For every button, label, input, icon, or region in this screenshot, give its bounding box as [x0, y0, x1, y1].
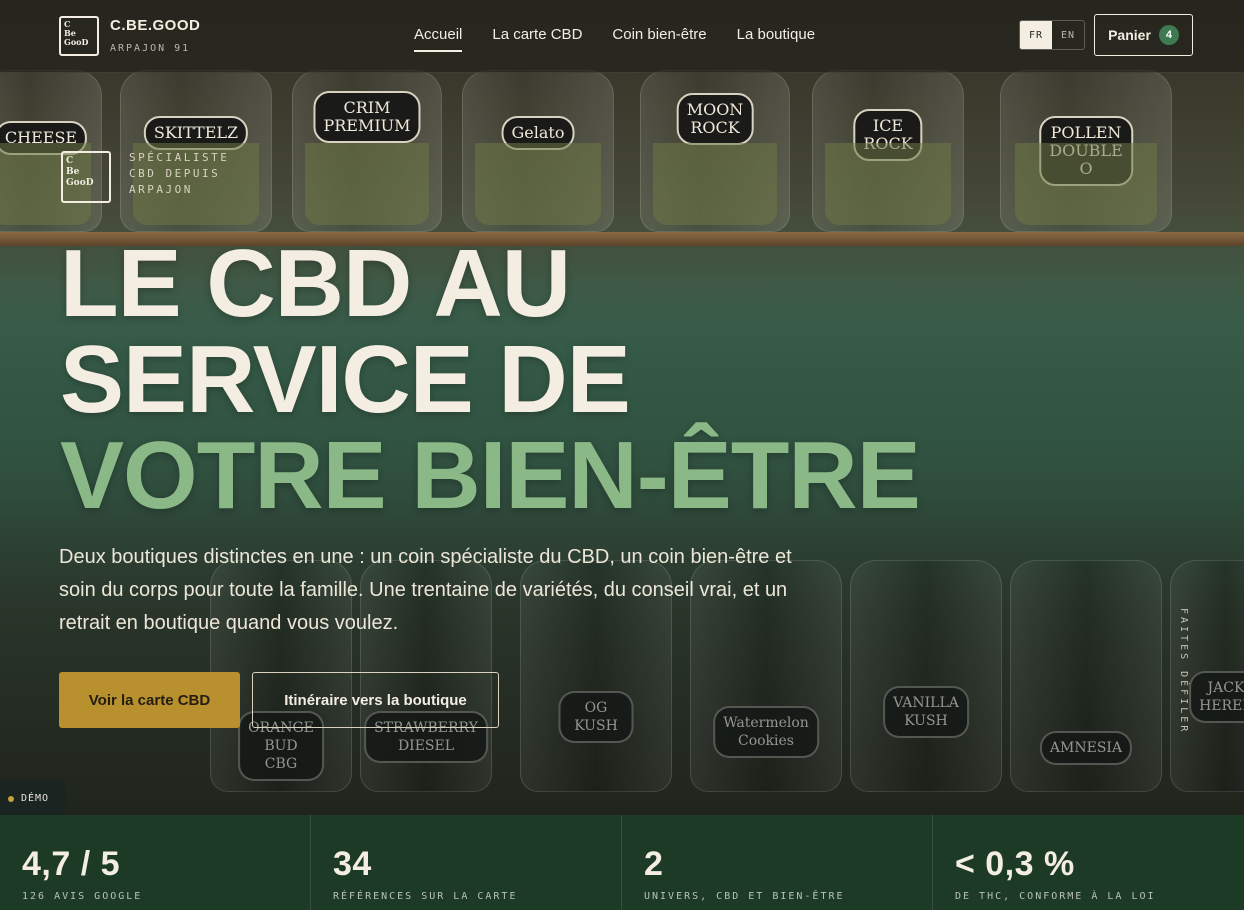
cart-label: Panier: [1108, 27, 1151, 43]
stamp-logo: C Be GooD: [61, 151, 111, 203]
lang-en[interactable]: EN: [1052, 21, 1084, 49]
jar-label: Watermelon Cookies: [713, 706, 819, 758]
stat-value: 4,7 / 5: [22, 845, 121, 883]
jar-label: CRIM PREMIUM: [313, 91, 421, 143]
main-nav: Accueil La carte CBD Coin bien-être La b…: [414, 26, 845, 52]
jar-image: AMNESIA: [1010, 560, 1162, 792]
jar-label: POLLEN DOUBLE O: [1039, 116, 1133, 186]
jar-image: VANILLA KUSH: [850, 560, 1002, 792]
stat-item: 34 RÉFÉRENCES SUR LA CARTE: [311, 815, 622, 910]
jar-image: MOON ROCK: [640, 70, 790, 232]
site-header: C Be GooD C.BE.GOOD ARPAJON 91 Accueil L…: [0, 0, 1244, 73]
stat-label: RÉFÉRENCES SUR LA CARTE: [333, 891, 518, 902]
jar-image: CRIM PREMIUM: [292, 70, 442, 232]
demo-dot-icon: [8, 795, 14, 802]
jar-label: AMNESIA: [1039, 731, 1133, 765]
stat-label: 126 AVIS GOOGLE: [22, 891, 143, 902]
stat-value: 2: [644, 845, 664, 883]
scroll-hint: FAITES DÉFILER: [1178, 608, 1189, 735]
jar-label: SKITTELZ: [143, 116, 249, 150]
jar-label: JACK HERER: [1189, 671, 1244, 723]
jar-image: POLLEN DOUBLE O: [1000, 70, 1172, 232]
jar-label: ICE ROCK: [853, 109, 923, 161]
jar-label: Gelato: [501, 116, 575, 150]
demo-badge[interactable]: DÉMO: [0, 780, 66, 817]
demo-label: DÉMO: [21, 793, 50, 804]
stat-value: 34: [333, 845, 372, 883]
cart-button[interactable]: Panier 4: [1094, 14, 1193, 56]
brand-location: ARPAJON 91: [110, 43, 191, 54]
jar-label: CHEESE: [0, 121, 88, 155]
view-cbd-menu-button[interactable]: Voir la carte CBD: [59, 672, 240, 728]
lang-fr[interactable]: FR: [1020, 21, 1052, 49]
jar-image: Gelato: [462, 70, 614, 232]
hero-headline: LE CBD AU SERVICE DE VOTRE BIEN-ÊTRE: [60, 230, 921, 529]
stat-label: UNIVERS, CBD ET BIEN-ÊTRE: [644, 891, 845, 902]
hero-lead: Deux boutiques distinctes en une : un co…: [59, 546, 792, 634]
stats-strip: 4,7 / 5 126 AVIS GOOGLE 34 RÉFÉRENCES SU…: [0, 815, 1244, 910]
stat-item: < 0,3 % DE THC, CONFORME À LA LOI: [933, 815, 1244, 910]
headline-line-2: SERVICE DE: [60, 326, 631, 433]
stat-label: DE THC, CONFORME À LA LOI: [955, 891, 1156, 902]
directions-button[interactable]: Itinéraire vers la boutique: [252, 672, 499, 728]
jar-image: ICE ROCK: [812, 70, 964, 232]
nav-coin-bien-etre[interactable]: Coin bien-être: [612, 26, 706, 52]
stat-item: 2 UNIVERS, CBD ET BIEN-ÊTRE: [622, 815, 933, 910]
nav-boutique[interactable]: La boutique: [737, 26, 815, 52]
jar-label: OG KUSH: [558, 691, 634, 743]
language-switch: FR EN: [1019, 20, 1085, 50]
stat-item: 4,7 / 5 126 AVIS GOOGLE: [0, 815, 311, 910]
stamp-text: SPÉCIALISTE CBD DEPUIS ARPAJON: [129, 151, 230, 196]
brand-logo[interactable]: C Be GooD: [59, 16, 99, 56]
headline-line-3: VOTRE BIEN-ÊTRE: [60, 422, 921, 529]
headline-line-1: LE CBD AU: [60, 230, 571, 337]
brand-name[interactable]: C.BE.GOOD: [110, 17, 200, 34]
cart-count-badge: 4: [1158, 25, 1179, 45]
jar-label: VANILLA KUSH: [883, 686, 969, 738]
nav-accueil[interactable]: Accueil: [414, 26, 463, 52]
nav-carte-cbd[interactable]: La carte CBD: [492, 26, 582, 52]
jar-label: MOON ROCK: [676, 93, 754, 145]
stat-value: < 0,3 %: [955, 845, 1075, 883]
